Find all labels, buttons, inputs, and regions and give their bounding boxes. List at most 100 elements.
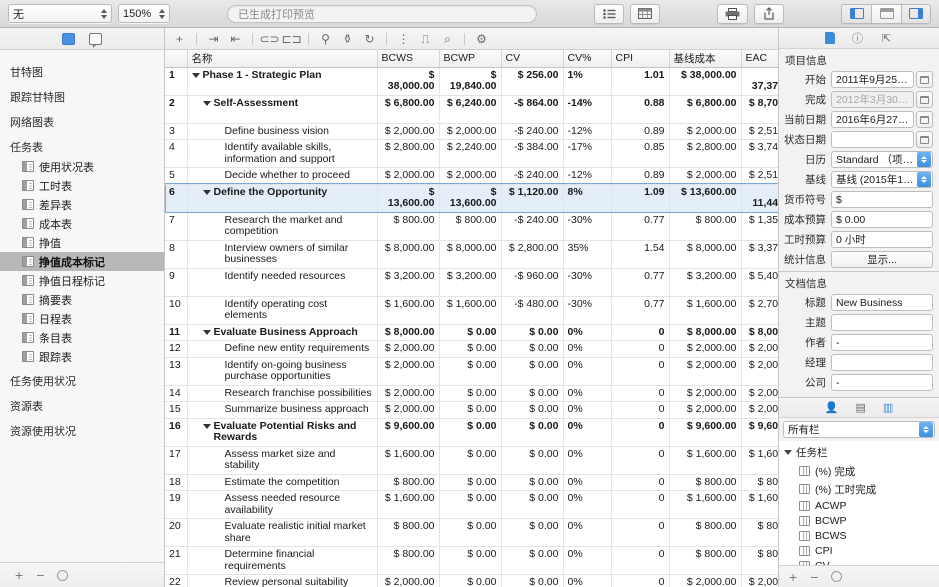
cell-bcwp[interactable]: $ 0.00 [439,547,501,575]
table-row[interactable]: 1Phase 1 - Strategic Plan$ 38,000.00$ 19… [165,67,778,95]
row-name[interactable]: Assess needed resource availability [187,491,377,519]
sidebar-item-8[interactable]: 挣值 [0,233,164,252]
cell-cpi[interactable]: 0.89 [611,123,669,140]
cell-bcws[interactable]: $ 9,600.00 [377,418,439,446]
cell-base[interactable]: $ 2,000.00 [669,168,741,185]
cell-cv[interactable]: $ 256.00 [501,67,563,95]
column-header-基线成本[interactable]: 基线成本 [669,50,741,67]
cell-base[interactable]: $ 800.00 [669,519,741,547]
cell-eac[interactable]: $ 2,516.85 [741,123,778,140]
sidebar-add-button[interactable]: + [15,568,23,582]
cell-eac[interactable]: $ 1,350.65 [741,212,778,240]
sidebar-item-13[interactable]: 条目表 [0,328,164,347]
cell-eac[interactable]: $ 2,000.00 [741,402,778,419]
cell-eac[interactable]: $ 800.00 [741,474,778,491]
row-name[interactable]: Identify available skills, information a… [187,140,377,168]
sidebar-item-5[interactable]: 工时表 [0,176,164,195]
row-name[interactable]: Evaluate realistic initial market share [187,519,377,547]
indent-icon[interactable]: ⇥ [207,32,220,45]
cell-bcws[interactable]: $ 2,000.00 [377,385,439,402]
cell-cvp[interactable]: 0% [563,547,611,575]
disclosure-triangle-icon[interactable] [192,73,200,78]
resources-icon[interactable]: 👤 [825,401,839,414]
cell-eac[interactable]: $ 3,376.62 [741,240,778,268]
disclosure-triangle-icon[interactable] [784,450,792,455]
baseline-icon[interactable]: ⎍ [419,32,432,45]
settings-icon[interactable]: ⚙ [475,32,488,45]
disclosure-triangle-icon[interactable] [203,190,211,195]
cell-cv[interactable]: -$ 240.00 [501,212,563,240]
cell-bcwp[interactable]: $ 6,240.00 [439,95,501,123]
doc-field-4-input[interactable]: - [831,374,933,391]
table-row[interactable]: 3Define business vision$ 2,000.00$ 2,000… [165,123,778,140]
show-stats-button[interactable]: 显示... [831,251,933,268]
table-row[interactable]: 16Evaluate Potential Risks and Rewards$ … [165,418,778,446]
cell-cpi[interactable]: 0 [611,357,669,385]
project-field-2-input[interactable]: 2016年6月27日 上午8:00 [831,111,914,128]
budget-field-0-input[interactable]: $ 0.00 [831,211,933,228]
cell-eac[interactable]: $ 3,745.88 [741,140,778,168]
cell-cpi[interactable]: 0.85 [611,140,669,168]
share-button[interactable] [754,4,784,24]
cell-cv[interactable]: $ 0.00 [501,324,563,341]
cell-cvp[interactable]: 0% [563,575,611,587]
cell-bcwp[interactable]: $ 2,240.00 [439,140,501,168]
project-field-4-popup[interactable]: Standard （项目日历） [831,151,933,168]
cell-bcwp[interactable]: $ 1,600.00 [439,296,501,324]
layout-left-button[interactable] [841,4,871,24]
info-icon[interactable]: ⓘ [851,32,864,45]
sidebar-group-15[interactable]: 任务使用状况 [0,366,164,391]
filter-select[interactable]: 无 [8,4,112,23]
cell-bcwp[interactable]: $ 0.00 [439,446,501,474]
cell-cpi[interactable]: 0.77 [611,296,669,324]
project-field-6-input[interactable]: $ [831,191,933,208]
cell-base[interactable]: $ 3,200.00 [669,268,741,296]
cell-eac[interactable]: $ 2,000.00 [741,341,778,358]
cell-base[interactable]: $ 2,000.00 [669,357,741,385]
cell-bcwp[interactable]: $ 0.00 [439,519,501,547]
doc-field-3-input[interactable] [831,354,933,371]
gear-icon[interactable] [831,571,842,582]
cell-bcwp[interactable]: $ 0.00 [439,385,501,402]
project-field-3-input[interactable] [831,131,914,148]
budget-field-1-input[interactable]: 0 小时 [831,231,933,248]
doc-field-0-input[interactable]: New Business [831,294,933,311]
cell-cv[interactable]: $ 0.00 [501,491,563,519]
split-icon[interactable]: ⋮ [397,32,410,45]
cell-cvp[interactable]: 0% [563,474,611,491]
cell-base[interactable]: $ 8,000.00 [669,324,741,341]
cell-eac[interactable]: $ 2,516.85 [741,168,778,185]
cell-eac[interactable]: $ 800.00 [741,519,778,547]
table-row[interactable]: 22Review personal suitability$ 2,000.00$… [165,575,778,587]
row-name[interactable]: Identify on-going business purchase oppo… [187,357,377,385]
columns-icon[interactable]: ▥ [883,401,893,414]
cell-bcws[interactable]: $ 800.00 [377,474,439,491]
row-name[interactable]: Define new entity requirements [187,341,377,358]
cell-eac[interactable]: $ 8,709.09 [741,95,778,123]
columns-group-header[interactable]: 任务栏 [779,443,939,462]
sidebar-item-14[interactable]: 跟踪表 [0,347,164,366]
cell-cpi[interactable]: 1.09 [611,184,669,212]
row-name[interactable]: Evaluate Potential Risks and Rewards [187,418,377,446]
cell-bcwp[interactable]: $ 13,600.00 [439,184,501,212]
row-name[interactable]: Define the Opportunity [187,184,377,212]
status-field[interactable]: 已生成打印预览 [227,5,537,23]
cell-bcwp[interactable]: $ 2,000.00 [439,168,501,185]
mark-complete-icon[interactable]: ⚲ [319,32,332,45]
calendar-picker-button[interactable] [916,71,933,88]
cell-bcws[interactable]: $ 8,000.00 [377,324,439,341]
cell-bcwp[interactable]: $ 0.00 [439,418,501,446]
cell-cvp[interactable]: 0% [563,446,611,474]
sidebar-group-0[interactable]: 甘特图 [0,57,164,82]
mark-icon[interactable]: ⚱ [341,32,354,45]
column-list-item-2[interactable]: ACWP [779,498,939,513]
cell-cvp[interactable]: -17% [563,140,611,168]
cell-base[interactable]: $ 1,600.00 [669,446,741,474]
cell-cpi[interactable]: 0.77 [611,268,669,296]
table-row[interactable]: 21Determine financial requirements$ 800.… [165,547,778,575]
cell-cv[interactable]: -$ 480.00 [501,296,563,324]
cell-cvp[interactable]: 0% [563,418,611,446]
sidebar-item-12[interactable]: 日程表 [0,309,164,328]
table-row[interactable]: 17Assess market size and stability$ 1,60… [165,446,778,474]
cell-bcwp[interactable]: $ 0.00 [439,575,501,587]
